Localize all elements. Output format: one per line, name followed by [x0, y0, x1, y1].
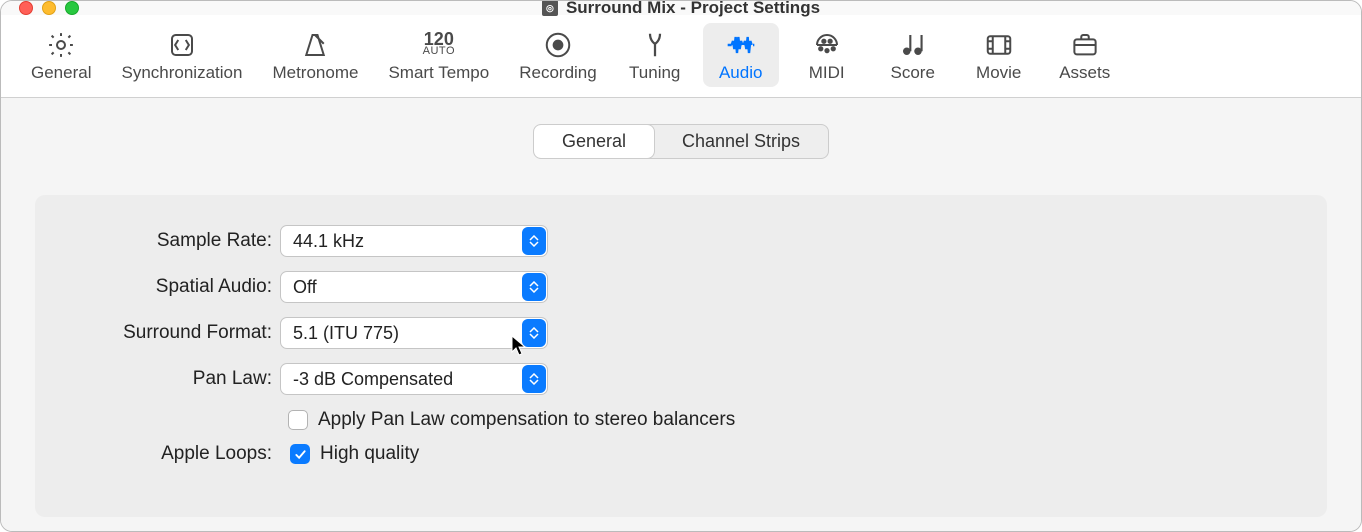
stepper-icon: [522, 365, 546, 393]
stepper-icon: [522, 227, 546, 255]
metronome-icon: [299, 29, 331, 61]
select-pan-law[interactable]: -3 dB Compensated: [280, 363, 548, 395]
tab-movie[interactable]: Movie: [961, 23, 1037, 87]
select-value: Off: [280, 271, 548, 303]
tab-assets[interactable]: Assets: [1047, 23, 1123, 87]
record-icon: [542, 29, 574, 61]
tab-midi[interactable]: MIDI: [789, 23, 865, 87]
toolbar-label: Score: [891, 63, 935, 83]
label-sample-rate: Sample Rate:: [75, 230, 280, 252]
checkbox-high-quality[interactable]: [290, 444, 310, 464]
select-spatial-audio[interactable]: Off: [280, 271, 548, 303]
stepper-icon: [522, 319, 546, 347]
tab-general[interactable]: General: [21, 23, 101, 87]
music-notes-icon: [897, 29, 929, 61]
checkbox-label: High quality: [320, 443, 419, 465]
toolbar-label: Tuning: [629, 63, 680, 83]
row-spatial-audio: Spatial Audio: Off: [75, 271, 1287, 303]
toolbar: General Synchronization Metronome 120 AU…: [1, 15, 1361, 98]
row-surround-format: Surround Format: 5.1 (ITU 775): [75, 317, 1287, 349]
select-sample-rate[interactable]: 44.1 kHz: [280, 225, 548, 257]
select-value: 44.1 kHz: [280, 225, 548, 257]
row-sample-rate: Sample Rate: 44.1 kHz: [75, 225, 1287, 257]
label-apple-loops: Apple Loops:: [75, 443, 280, 465]
stepper-icon: [522, 273, 546, 301]
titlebar: ◎ Surround Mix - Project Settings: [1, 1, 1361, 15]
tab-score[interactable]: Score: [875, 23, 951, 87]
sub-tab-general[interactable]: General: [534, 125, 654, 158]
toolbar-label: Audio: [719, 63, 762, 83]
sync-icon: [166, 29, 198, 61]
toolbar-label: Metronome: [272, 63, 358, 83]
checkbox-pan-law-compensation[interactable]: [288, 410, 308, 430]
select-value: -3 dB Compensated: [280, 363, 548, 395]
midi-icon: [811, 29, 843, 61]
label-pan-law: Pan Law:: [75, 368, 280, 390]
sub-tab-segmented: General Channel Strips: [533, 124, 829, 159]
app-icon: ◎: [542, 0, 558, 16]
toolbar-label: Recording: [519, 63, 597, 83]
window-title: ◎ Surround Mix - Project Settings: [1, 0, 1361, 18]
tab-audio[interactable]: Audio: [703, 23, 779, 87]
window-title-text: Surround Mix - Project Settings: [566, 0, 820, 18]
toolbar-label: General: [31, 63, 91, 83]
row-pan-law-compensation: Apply Pan Law compensation to stereo bal…: [288, 409, 1287, 431]
smart-tempo-icon: 120 AUTO: [423, 29, 455, 61]
tuning-fork-icon: [639, 29, 671, 61]
tab-metronome[interactable]: Metronome: [262, 23, 368, 87]
toolbar-label: Assets: [1059, 63, 1110, 83]
tab-tuning[interactable]: Tuning: [617, 23, 693, 87]
gear-icon: [45, 29, 77, 61]
row-pan-law: Pan Law: -3 dB Compensated: [75, 363, 1287, 395]
content-area: General Channel Strips Sample Rate: 44.1…: [1, 98, 1361, 532]
waveform-icon: [725, 29, 757, 61]
checkbox-label: Apply Pan Law compensation to stereo bal…: [318, 409, 735, 431]
label-surround-format: Surround Format:: [75, 322, 280, 344]
select-value: 5.1 (ITU 775): [280, 317, 548, 349]
toolbar-label: Smart Tempo: [388, 63, 489, 83]
tab-recording[interactable]: Recording: [509, 23, 607, 87]
tab-synchronization[interactable]: Synchronization: [111, 23, 252, 87]
toolbar-label: Movie: [976, 63, 1021, 83]
film-icon: [983, 29, 1015, 61]
toolbar-label: Synchronization: [121, 63, 242, 83]
label-spatial-audio: Spatial Audio:: [75, 276, 280, 298]
tab-smart-tempo[interactable]: 120 AUTO Smart Tempo: [378, 23, 499, 87]
select-surround-format[interactable]: 5.1 (ITU 775): [280, 317, 548, 349]
project-settings-window: ◎ Surround Mix - Project Settings Genera…: [0, 0, 1362, 532]
toolbar-label: MIDI: [809, 63, 845, 83]
briefcase-icon: [1069, 29, 1101, 61]
settings-panel: Sample Rate: 44.1 kHz Spatial Audio: Off: [35, 195, 1327, 517]
row-apple-loops: Apple Loops: High quality: [75, 443, 1287, 465]
sub-tab-channel-strips[interactable]: Channel Strips: [654, 125, 828, 158]
